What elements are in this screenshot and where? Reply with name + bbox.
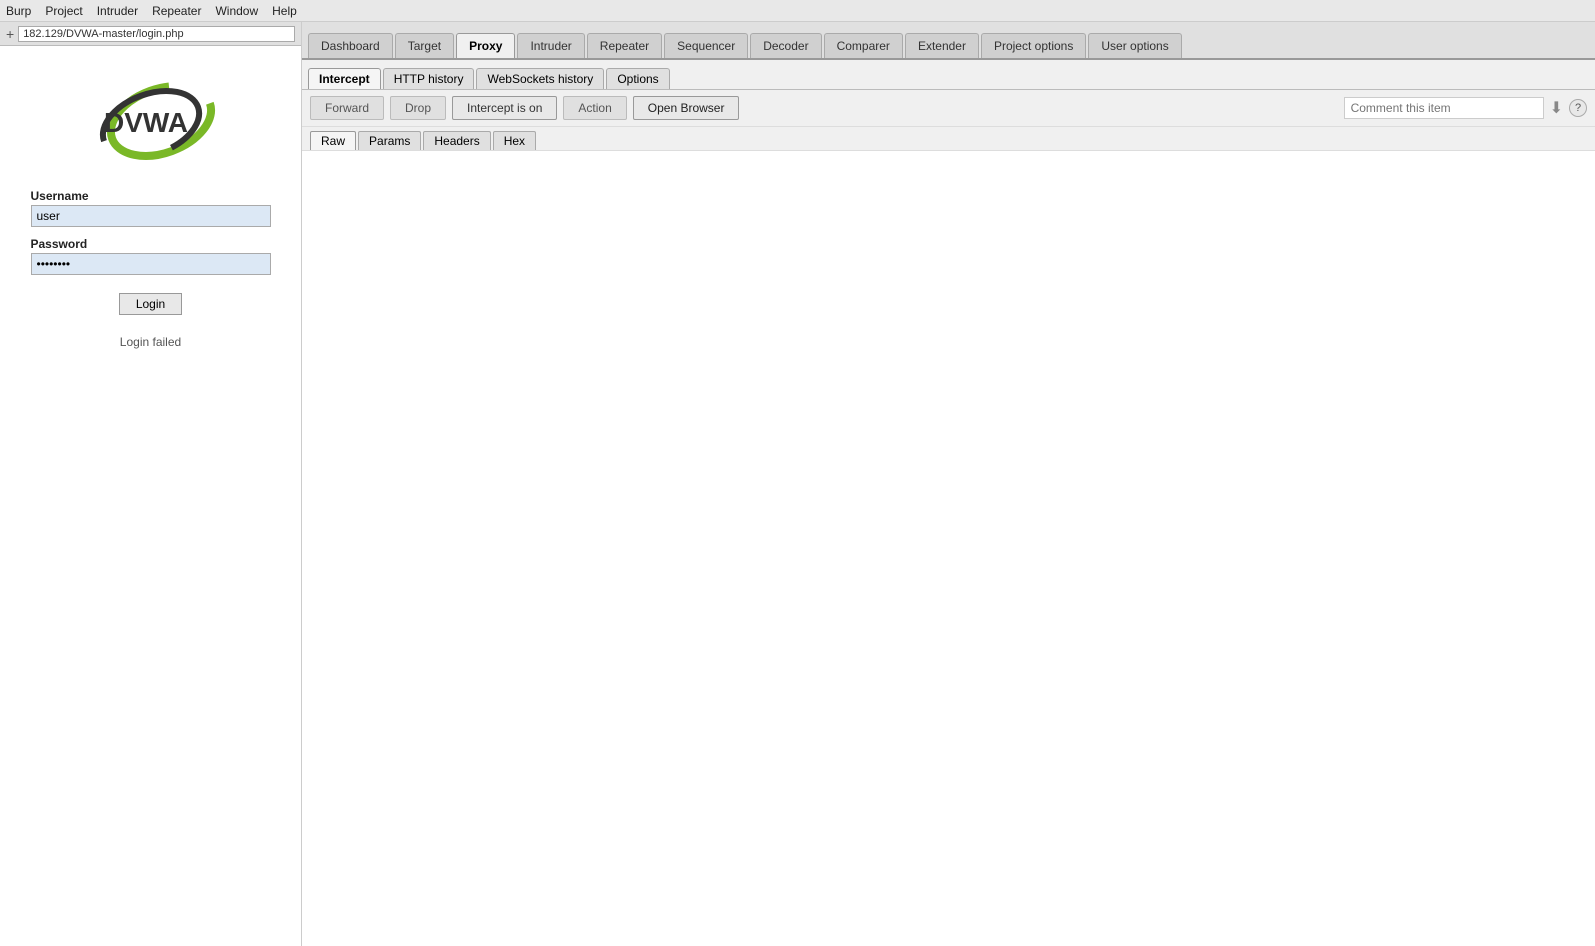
address-bar: 182.129/DVWA-master/login.php bbox=[18, 26, 295, 42]
svg-text:DVWA: DVWA bbox=[104, 107, 188, 138]
dvwa-logo: DVWA bbox=[86, 76, 216, 166]
menu-window[interactable]: Window bbox=[215, 4, 258, 18]
content-tab-headers[interactable]: Headers bbox=[423, 131, 490, 150]
secondary-tabs: Intercept HTTP history WebSockets histor… bbox=[302, 60, 1595, 90]
tab-comparer[interactable]: Comparer bbox=[824, 33, 903, 58]
send-to-icon[interactable]: ⬇ bbox=[1550, 98, 1563, 118]
main-area: + 182.129/DVWA-master/login.php DVWA Use… bbox=[0, 22, 1595, 946]
sec-tab-http-history[interactable]: HTTP history bbox=[383, 68, 475, 89]
new-tab-button[interactable]: + bbox=[6, 26, 14, 42]
content-tab-hex[interactable]: Hex bbox=[493, 131, 536, 150]
help-icon[interactable]: ? bbox=[1569, 99, 1587, 117]
content-tab-params[interactable]: Params bbox=[358, 131, 421, 150]
forward-button[interactable]: Forward bbox=[310, 96, 384, 120]
tab-dashboard[interactable]: Dashboard bbox=[308, 33, 393, 58]
tab-proxy[interactable]: Proxy bbox=[456, 33, 515, 58]
tab-project-options[interactable]: Project options bbox=[981, 33, 1086, 58]
menu-project[interactable]: Project bbox=[45, 4, 82, 18]
editor-area bbox=[302, 151, 1595, 946]
username-label: Username bbox=[31, 189, 271, 203]
right-panel: Dashboard Target Proxy Intruder Repeater… bbox=[302, 22, 1595, 946]
sec-tab-websockets-history[interactable]: WebSockets history bbox=[476, 68, 604, 89]
sec-tab-options[interactable]: Options bbox=[606, 68, 669, 89]
menu-burp[interactable]: Burp bbox=[6, 4, 31, 18]
tab-user-options[interactable]: User options bbox=[1088, 33, 1181, 58]
left-panel: + 182.129/DVWA-master/login.php DVWA Use… bbox=[0, 22, 302, 946]
drop-button[interactable]: Drop bbox=[390, 96, 446, 120]
comment-input[interactable] bbox=[1344, 97, 1544, 119]
login-btn-container: Login bbox=[31, 293, 271, 315]
tab-sequencer[interactable]: Sequencer bbox=[664, 33, 748, 58]
tab-decoder[interactable]: Decoder bbox=[750, 33, 821, 58]
content-tab-raw[interactable]: Raw bbox=[310, 131, 356, 150]
dvwa-logo-container: DVWA bbox=[86, 76, 216, 169]
intercept-toggle-button[interactable]: Intercept is on bbox=[452, 96, 557, 120]
action-button[interactable]: Action bbox=[563, 96, 626, 120]
username-input[interactable] bbox=[31, 205, 271, 227]
tab-intruder[interactable]: Intruder bbox=[517, 33, 584, 58]
address-bar-area: + 182.129/DVWA-master/login.php bbox=[0, 22, 301, 46]
menu-repeater[interactable]: Repeater bbox=[152, 4, 201, 18]
password-group: Password bbox=[31, 237, 271, 275]
login-button[interactable]: Login bbox=[119, 293, 182, 315]
tab-repeater[interactable]: Repeater bbox=[587, 33, 662, 58]
tab-target[interactable]: Target bbox=[395, 33, 454, 58]
menu-bar: Burp Project Intruder Repeater Window He… bbox=[0, 0, 1595, 22]
tab-extender[interactable]: Extender bbox=[905, 33, 979, 58]
login-failed-text: Login failed bbox=[120, 335, 181, 349]
menu-intruder[interactable]: Intruder bbox=[97, 4, 138, 18]
open-browser-button[interactable]: Open Browser bbox=[633, 96, 740, 120]
page-content: DVWA Username Password Login Login faile… bbox=[0, 46, 301, 946]
username-group: Username bbox=[31, 189, 271, 227]
top-tabs: Dashboard Target Proxy Intruder Repeater… bbox=[302, 22, 1595, 60]
toolbar: Forward Drop Intercept is on Action Open… bbox=[302, 90, 1595, 127]
content-tabs: Raw Params Headers Hex bbox=[302, 127, 1595, 151]
password-label: Password bbox=[31, 237, 271, 251]
password-input[interactable] bbox=[31, 253, 271, 275]
menu-help[interactable]: Help bbox=[272, 4, 297, 18]
sec-tab-intercept[interactable]: Intercept bbox=[308, 68, 381, 89]
